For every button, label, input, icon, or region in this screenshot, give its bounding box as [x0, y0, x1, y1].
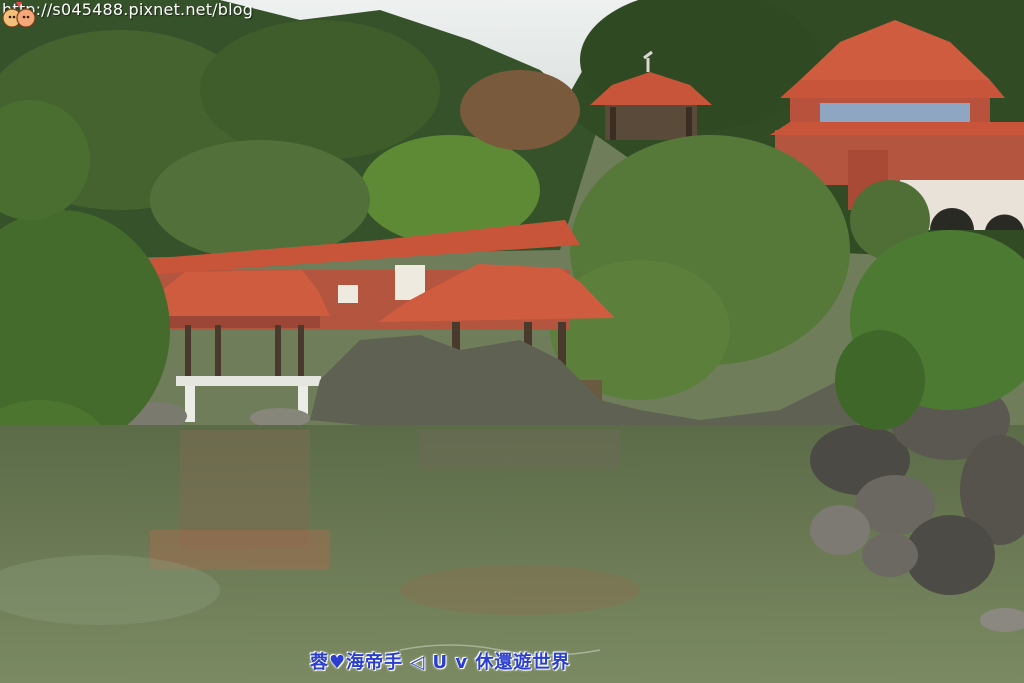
tree-canopy — [460, 70, 580, 150]
reflection — [400, 565, 640, 615]
tree-canopy — [200, 20, 440, 160]
signature-watermark: 蓉♥海帝手 ◁ U v 休還遊世界 — [310, 652, 571, 673]
photo-scene: http://s045488.pixnet.net/blog 蓉♥海帝手 ◁ U… — [0, 0, 1024, 683]
fern-bush — [835, 330, 925, 430]
left-water-pavilion — [148, 270, 330, 422]
landscape-illustration — [0, 0, 1024, 683]
reflection — [420, 430, 620, 470]
tree-canopy — [150, 140, 370, 260]
cartoon-mascot-icon — [2, 2, 36, 28]
url-watermark: http://s045488.pixnet.net/blog — [2, 0, 254, 19]
